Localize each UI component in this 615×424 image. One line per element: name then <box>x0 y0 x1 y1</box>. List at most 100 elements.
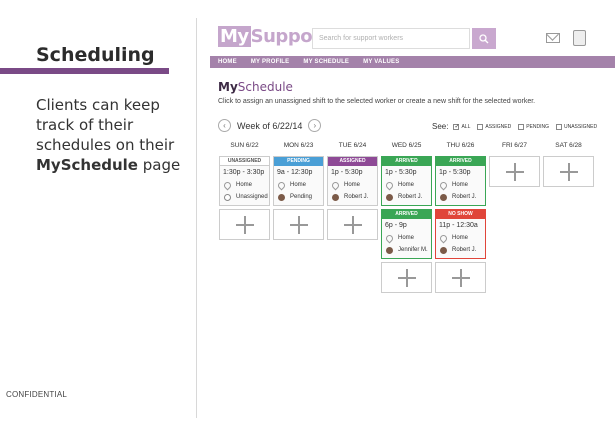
unassigned-avatar-icon <box>224 193 231 201</box>
shift-card-tue[interactable]: ASSIGNED 1p - 5:30p Home Robert J. <box>327 156 378 206</box>
shift-card-wed-2[interactable]: ARRIVED 6p - 9p Home Jennifer M. <box>381 209 432 259</box>
worker-avatar <box>440 193 447 201</box>
see-label: See: <box>432 122 449 131</box>
shift-card-thu-1[interactable]: ARRIVED 1p - 5:30p Home Robert J. <box>435 156 486 206</box>
status-badge: ARRIVED <box>436 157 485 166</box>
account-icon[interactable] <box>573 30 586 46</box>
search-button[interactable] <box>472 28 496 49</box>
add-shift-button-sat[interactable] <box>543 156 594 187</box>
location-pin-icon <box>386 235 392 242</box>
filter-all[interactable]: ✓ ALL <box>453 123 470 130</box>
location-pin-icon <box>440 235 446 242</box>
shift-worker: Robert J. <box>344 194 369 200</box>
instructions-text: Click to assign an unassigned shift to t… <box>218 98 536 105</box>
filter-assigned[interactable]: ASSIGNED <box>477 123 511 130</box>
worker-avatar <box>386 246 393 254</box>
slide-body-bold: MySchedule <box>36 156 138 174</box>
week-navigator: ‹ Week of 6/22/14 › <box>218 119 322 132</box>
shift-location: Home <box>290 182 307 188</box>
nav-home[interactable]: HOME <box>218 59 237 65</box>
slide-body-suffix: page <box>142 156 181 174</box>
location-pin-icon <box>440 182 446 189</box>
main-nav: HOME MY PROFILE MY SCHEDULE MY VALUES <box>210 56 615 68</box>
panel-divider <box>196 18 197 418</box>
shift-worker: Pending <box>290 194 313 200</box>
shift-location: Home <box>452 235 469 241</box>
status-badge: UNASSIGNED <box>220 157 269 166</box>
filter-all-checkbox[interactable]: ✓ <box>453 123 460 130</box>
filter-bar: See: ✓ ALL ASSIGNED PENDING UNASSIGNED <box>432 122 604 131</box>
slide-body: Clients can keep track of their schedule… <box>36 95 186 175</box>
nav-my-profile[interactable]: MY PROFILE <box>251 59 290 65</box>
shift-time: 1:30p - 3:30p <box>223 169 265 176</box>
add-shift-button-mon[interactable] <box>273 209 324 240</box>
shift-time: 11p - 12:30a <box>439 222 478 229</box>
filter-pending[interactable]: PENDING <box>518 123 549 130</box>
plus-icon <box>235 215 254 234</box>
confidential-footer: CONFIDENTIAL <box>6 390 68 399</box>
shift-card-sun[interactable]: UNASSIGNED 1:30p - 3:30p Home Unassigned <box>219 156 270 206</box>
shift-location: Home <box>344 182 361 188</box>
title-underline <box>0 68 169 74</box>
shift-time: 6p - 9p <box>385 222 407 229</box>
shift-worker: Robert J. <box>452 247 477 253</box>
filter-unassigned[interactable]: UNASSIGNED <box>556 123 597 130</box>
status-badge: NO SHOW <box>436 210 485 219</box>
shift-location: Home <box>452 182 469 188</box>
location-pin-icon <box>224 182 230 189</box>
shift-worker: Robert J. <box>398 194 423 200</box>
shift-card-wed-1[interactable]: ARRIVED 1p - 5:30p Home Robert J. <box>381 156 432 206</box>
shift-location: Home <box>398 235 415 241</box>
shift-time: 1p - 5:30p <box>439 169 471 176</box>
add-shift-button-wed[interactable] <box>381 262 432 293</box>
worker-avatar <box>332 193 339 201</box>
plus-icon <box>451 268 470 287</box>
worker-avatar <box>440 246 447 254</box>
plus-icon <box>397 268 416 287</box>
status-badge: ARRIVED <box>382 157 431 166</box>
plus-icon <box>289 215 308 234</box>
slide-body-text: Clients can keep track of their schedule… <box>36 96 175 154</box>
filter-pending-checkbox[interactable] <box>518 123 525 130</box>
app-topbar: My Support Search for support workers <box>210 18 615 56</box>
shift-card-thu-2[interactable]: NO SHOW 11p - 12:30a Home Robert J. <box>435 209 486 259</box>
filter-unassigned-checkbox[interactable] <box>556 123 562 130</box>
next-week-button[interactable]: › <box>308 119 322 132</box>
mysupport-app: My Support Search for support workers HOM… <box>210 18 615 318</box>
day-header-sat: SAT 6/28 <box>555 142 582 149</box>
status-badge: ASSIGNED <box>328 157 377 166</box>
day-header-wed: WED 6/25 <box>391 142 422 149</box>
prev-week-button[interactable]: ‹ <box>218 119 231 132</box>
shift-card-mon[interactable]: PENDING 9a - 12:30p Home Pending <box>273 156 324 206</box>
nav-my-values[interactable]: MY VALUES <box>363 59 399 65</box>
day-header-sun: SUN 6/22 <box>230 142 259 149</box>
nav-my-schedule[interactable]: MY SCHEDULE <box>303 59 349 65</box>
status-badge: ARRIVED <box>382 210 431 219</box>
search-input[interactable]: Search for support workers <box>312 28 470 49</box>
location-pin-icon <box>278 182 284 189</box>
page-title: MySchedule <box>218 80 293 94</box>
filter-assigned-checkbox[interactable] <box>477 123 484 130</box>
shift-worker: Unassigned <box>236 194 268 200</box>
location-pin-icon <box>386 182 392 189</box>
search-icon <box>479 33 489 43</box>
plus-icon <box>505 162 524 181</box>
shift-worker: Robert J. <box>452 194 477 200</box>
add-shift-button-sun[interactable] <box>219 209 270 240</box>
plus-icon <box>343 215 362 234</box>
add-shift-button-tue[interactable] <box>327 209 378 240</box>
week-label: Week of 6/22/14 <box>237 120 303 131</box>
mail-icon[interactable] <box>546 33 560 43</box>
day-header-thu: THU 6/26 <box>446 142 475 149</box>
add-shift-button-fri[interactable] <box>489 156 540 187</box>
slide-title: Scheduling <box>36 44 155 66</box>
shift-time: 9a - 12:30p <box>277 169 313 176</box>
shift-time: 1p - 5:30p <box>385 169 417 176</box>
day-header-fri: FRI 6/27 <box>502 142 527 149</box>
shift-time: 1p - 5:30p <box>331 169 363 176</box>
shift-location: Home <box>398 182 415 188</box>
add-shift-button-thu[interactable] <box>435 262 486 293</box>
day-header-tue: TUE 6/24 <box>338 142 367 149</box>
status-badge: PENDING <box>274 157 323 166</box>
plus-icon <box>559 162 578 181</box>
